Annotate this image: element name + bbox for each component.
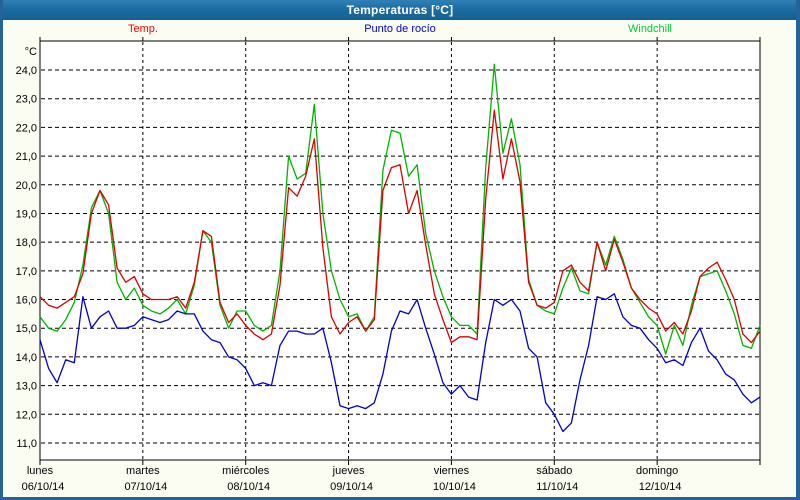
window-title-bar: Temperaturas [°C]	[0, 0, 800, 20]
y-tick-label: 18,0	[16, 237, 37, 249]
y-tick-label: 16,0	[16, 295, 37, 307]
legend-windchill-label: Windchill	[628, 23, 672, 35]
y-tick-label: 15,0	[16, 323, 37, 335]
legend-windchill: Windchill	[628, 23, 672, 35]
x-date-label: 08/10/14	[227, 481, 270, 493]
x-day-label: miércoles	[222, 465, 270, 477]
y-tick-label: 12,0	[16, 409, 37, 421]
y-tick-label: 22,0	[16, 122, 37, 134]
x-day-label: sábado	[536, 465, 572, 477]
x-date-label: 09/10/14	[330, 481, 373, 493]
x-day-label: viernes	[434, 465, 470, 477]
x-date-label: 11/10/14	[536, 481, 578, 493]
x-day-label: lunes	[27, 465, 54, 477]
legend-dew-point-label: Punto de rocío	[364, 23, 436, 35]
x-day-label: domingo	[636, 465, 678, 477]
legend-temp: Temp.	[128, 23, 158, 35]
x-date-label: 06/10/14	[22, 481, 65, 493]
y-tick-label: 17,0	[16, 266, 37, 278]
x-axis-labels: lunes 06/10/14 martes 07/10/14 miércoles 08/1…	[22, 465, 682, 493]
temperature-chart: °C 24,0 23,0 22,0 21,0 20,0 19,0 18,0 17,0 16,0 15…	[0, 0, 800, 500]
x-day-label: jueves	[332, 465, 365, 477]
x-day-label: martes	[126, 465, 160, 477]
y-tick-label: 23,0	[16, 94, 37, 106]
y-axis-labels: °C 24,0 23,0 22,0 21,0 20,0 19,0 18,0 17,0 16,0 15…	[16, 46, 37, 450]
y-tick-label: 20,0	[16, 180, 37, 192]
y-tick-label: 21,0	[16, 151, 37, 163]
legend-temp-label: Temp.	[128, 23, 158, 35]
window-title: Temperaturas [°C]	[347, 3, 454, 17]
y-tick-label: 11,0	[16, 438, 37, 450]
y-tick-label: 13,0	[16, 381, 37, 393]
x-date-label: 12/10/14	[639, 481, 682, 493]
y-tick-label: 24,0	[16, 65, 37, 77]
plot-area	[40, 41, 760, 460]
y-tick-label: 19,0	[16, 208, 37, 220]
x-date-label: 10/10/14	[433, 481, 476, 493]
y-tick-label: 14,0	[16, 352, 37, 364]
legend-dew-point: Punto de rocío	[364, 23, 436, 35]
y-axis-unit: °C	[25, 46, 37, 58]
x-date-label: 07/10/14	[124, 481, 167, 493]
